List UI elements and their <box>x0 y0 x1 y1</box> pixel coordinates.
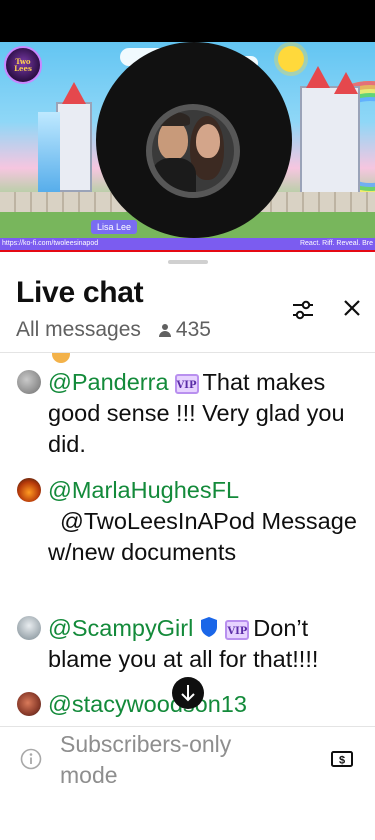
scroll-to-bottom-button[interactable] <box>172 677 204 709</box>
chat-message-body: @MarlaHughesFL @TwoLeesInAPod Message w/… <box>48 475 368 568</box>
avatar[interactable] <box>17 478 41 502</box>
record-label-photo <box>146 104 240 198</box>
drag-handle[interactable] <box>168 260 208 264</box>
channel-logo[interactable]: Two Lees <box>4 46 42 84</box>
live-chat-panel: Live chat All messages 435 @Panderra VIP T… <box>0 252 375 840</box>
chat-message-body: @Panderra VIP That makes good sense !!! Ve… <box>48 367 368 460</box>
host-hair <box>154 112 190 126</box>
viewer-count-value: 435 <box>175 318 211 341</box>
castle-tower <box>56 102 92 192</box>
svg-text:$: $ <box>339 755 345 767</box>
message-author[interactable]: @Panderra <box>48 369 169 395</box>
arrow-down-icon <box>181 685 195 702</box>
avatar[interactable] <box>17 692 41 716</box>
avatar[interactable] <box>17 370 41 394</box>
viewer-count: 435 <box>158 318 211 342</box>
chat-title: Live chat <box>16 276 144 309</box>
chat-message-list[interactable]: @Panderra VIP That makes good sense !!! Ve… <box>0 353 375 728</box>
banner-link: https://ko-fi.com/twoleesinapod <box>2 240 99 247</box>
chat-message-body: @stacywoodson13 <box>48 689 368 720</box>
message-text: @TwoLeesInAPod Message w/new documents <box>48 508 357 565</box>
chat-filter-dropdown[interactable]: All messages <box>16 318 141 342</box>
chat-filter-row: All messages 435 <box>16 318 211 342</box>
castle-roof <box>62 82 86 104</box>
banner-tagline: React. Riff. Reveal. Bre <box>299 240 373 247</box>
close-icon[interactable] <box>340 296 364 320</box>
sun <box>278 46 304 72</box>
person-icon <box>158 324 171 337</box>
dollar-icon[interactable]: $ <box>330 747 354 771</box>
previous-message-emoji <box>52 353 70 363</box>
moderator-shield-icon <box>201 617 218 637</box>
castle-roof <box>306 66 330 88</box>
avatar[interactable] <box>17 616 41 640</box>
message-author[interactable]: @stacywoodson13 <box>48 691 247 717</box>
streamer-name-tag: Lisa Lee <box>91 220 138 234</box>
chat-input-row: Subscribers-only mode $ <box>0 727 375 792</box>
message-author[interactable]: @MarlaHughesFL <box>48 477 239 503</box>
channel-logo-text: Two Lees <box>14 57 32 73</box>
vip-badge: VIP <box>174 374 199 394</box>
video-banner: https://ko-fi.com/twoleesinapod React. R… <box>0 238 375 250</box>
castle <box>300 86 360 196</box>
host-face <box>158 120 188 160</box>
castle-roof <box>334 72 358 94</box>
waterfall <box>38 112 60 202</box>
video-player[interactable]: Two Lees Lisa Lee https://ko-fi.com/twol… <box>0 42 375 252</box>
info-icon[interactable] <box>20 748 42 770</box>
message-author[interactable]: @ScampyGirl <box>48 615 193 641</box>
vip-badge: VIP <box>225 620 250 640</box>
cohost-face <box>196 124 220 158</box>
chat-input[interactable]: Subscribers-only mode <box>60 729 290 791</box>
sliders-icon[interactable] <box>289 296 317 324</box>
status-bar <box>0 0 375 42</box>
chat-message-body: @ScampyGirl VIP Don’t blame you at all for… <box>48 613 368 675</box>
